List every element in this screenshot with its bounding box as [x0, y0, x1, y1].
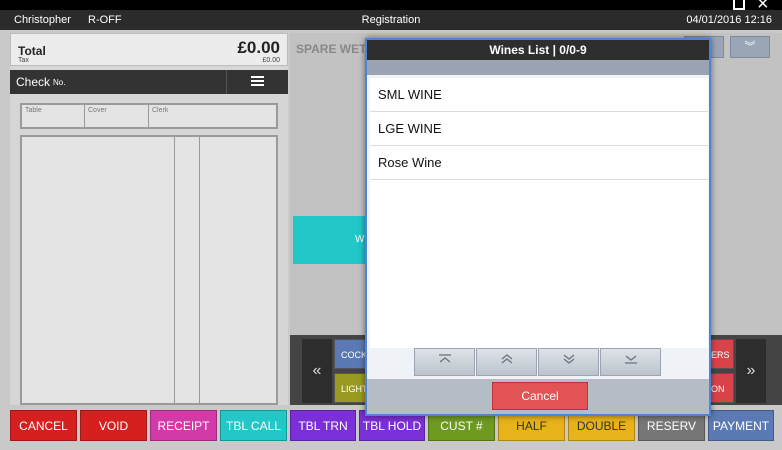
receipt-button[interactable]: RECEIPT — [150, 410, 217, 441]
total-box: Total £0.00 Tax £0.00 — [10, 33, 288, 66]
dialog-cancel-button[interactable]: Cancel — [492, 382, 588, 410]
chevron-down-icon — [563, 354, 574, 364]
list-item[interactable]: SML WINE — [370, 78, 708, 112]
first-page-button[interactable] — [414, 348, 475, 376]
function-bar: CANCEL VOID RECEIPT TBL CALL TBL TRN TBL… — [0, 410, 782, 450]
double-down-bar-icon — [624, 355, 637, 364]
wines-list-dialog: Wines List | 0/0-9 SML WINE LGE WINE Ros… — [365, 38, 711, 416]
order-panel: Total £0.00 Tax £0.00 Check No. Table Co… — [10, 33, 288, 405]
list-pager — [414, 348, 662, 376]
check-list-button[interactable] — [226, 70, 288, 94]
restore-window-icon[interactable] — [733, 0, 745, 10]
wine-list: SML WINE LGE WINE Rose Wine — [370, 78, 708, 348]
check-number-label: No. — [53, 78, 66, 87]
table-label: Table — [25, 107, 42, 114]
tax-label: Tax — [18, 57, 29, 64]
order-items-list[interactable] — [20, 135, 278, 405]
double-chevron-right-icon[interactable]: » — [736, 339, 766, 403]
datetime: 04/01/2016 12:16 — [686, 14, 772, 26]
title-bar: Christopher R-OFF Registration 04/01/201… — [0, 10, 782, 30]
list-grid-icon — [251, 76, 264, 86]
total-amount: £0.00 — [237, 38, 280, 57]
dialog-footer: Cancel — [367, 379, 709, 414]
next-page-button[interactable] — [538, 348, 599, 376]
last-page-button[interactable] — [600, 348, 661, 376]
dialog-title: Wines List | 0/0-9 — [367, 40, 709, 60]
double-up-bar-icon — [438, 354, 451, 363]
total-label: Total — [18, 44, 46, 58]
payment-button[interactable]: PAYMENT — [708, 410, 774, 441]
group-title: SPARE WET — [296, 42, 367, 56]
table-cover-clerk-header: Table Cover Clerk — [20, 103, 278, 129]
screen-title: Registration — [361, 14, 421, 26]
cover-label: Cover — [88, 107, 107, 114]
previous-page-button[interactable] — [476, 348, 537, 376]
table-transfer-button[interactable]: TBL TRN — [290, 410, 356, 441]
void-button[interactable]: VOID — [80, 410, 147, 441]
close-window-icon[interactable]: × — [757, 0, 769, 14]
cancel-button[interactable]: CANCEL — [10, 410, 77, 441]
list-item[interactable]: LGE WINE — [370, 112, 708, 146]
check-label: Check — [16, 75, 51, 89]
dialog-subheader — [367, 60, 709, 75]
table-call-button[interactable]: TBL CALL — [220, 410, 287, 441]
list-item[interactable]: Rose Wine — [370, 146, 708, 180]
page-down-button[interactable]: ︾ — [730, 36, 770, 58]
clerk-label: Clerk — [152, 107, 169, 114]
double-chevron-left-icon[interactable]: « — [302, 339, 332, 403]
tax-amount: £0.00 — [262, 57, 280, 64]
chevron-up-icon — [501, 354, 512, 364]
check-bar: Check No. — [10, 70, 288, 94]
